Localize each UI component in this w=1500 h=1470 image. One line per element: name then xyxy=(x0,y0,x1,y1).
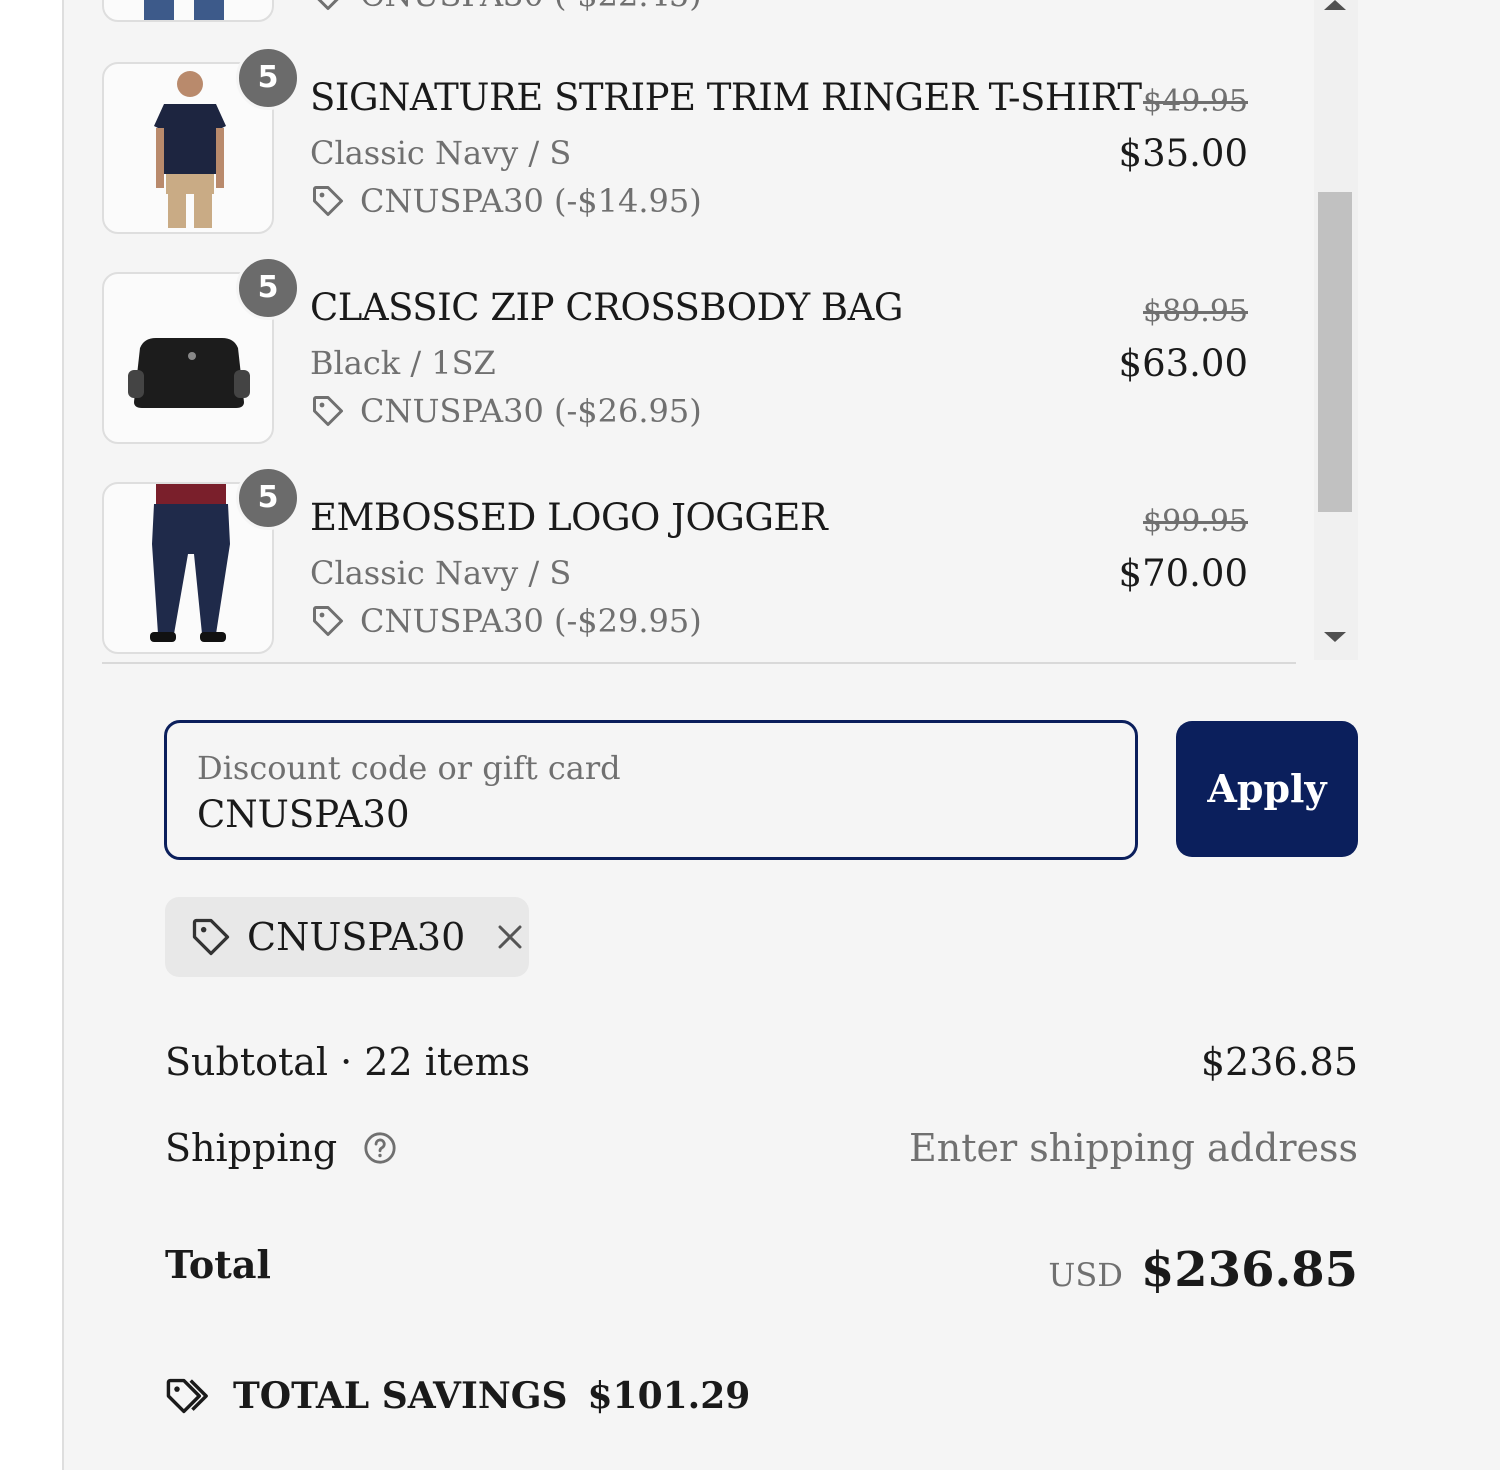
original-price: $99.95 xyxy=(1143,504,1248,539)
items-scrollbar[interactable] xyxy=(1314,0,1358,660)
total-value: $236.85 xyxy=(1140,1242,1358,1298)
product-image-tshirt: 5 xyxy=(102,46,300,234)
item-discount-row: CNUSPA30 (-$26.95) xyxy=(310,392,702,430)
product-image-bag: 5 xyxy=(102,256,300,444)
item-discount: CNUSPA30 (-$29.95) xyxy=(360,602,702,640)
scrollbar-thumb[interactable] xyxy=(1318,192,1352,512)
total-savings: TOTAL SAVINGS $101.29 xyxy=(165,1374,750,1418)
line-item: 5 EMBOSSED LOGO JOGGER Classic Navy / S … xyxy=(102,466,1296,654)
original-price: $49.95 xyxy=(1143,84,1248,119)
item-discount-row: CNUSPA30 (-$29.95) xyxy=(310,602,702,640)
applied-discount-code: CNUSPA30 xyxy=(247,915,466,959)
shipping-value: Enter shipping address xyxy=(909,1126,1358,1170)
discount-code-field[interactable]: Discount code or gift card CNUSPA30 xyxy=(164,720,1138,860)
product-image xyxy=(102,0,274,22)
applied-discount-chip: CNUSPA30 xyxy=(165,897,529,977)
total-savings-label: TOTAL SAVINGS xyxy=(233,1375,568,1417)
item-variant: Classic Navy / S xyxy=(310,134,572,172)
tags-icon xyxy=(166,1378,208,1414)
item-discount-row: CNUSPA30 (-$14.95) xyxy=(310,182,702,220)
line-item: CNUSPA30 (-$22.45) xyxy=(102,0,1296,22)
help-circle-icon[interactable] xyxy=(363,1131,397,1165)
currency-code: USD xyxy=(1048,1256,1123,1294)
total-label: Total xyxy=(165,1242,271,1287)
item-name: EMBOSSED LOGO JOGGER xyxy=(310,496,828,539)
item-variant: Classic Navy / S xyxy=(310,554,572,592)
shipping-label: Shipping xyxy=(165,1126,338,1170)
discounted-price: $63.00 xyxy=(1118,342,1248,385)
quantity-badge: 5 xyxy=(236,466,300,530)
discounted-price: $70.00 xyxy=(1118,552,1248,595)
apply-button[interactable]: Apply xyxy=(1176,721,1358,857)
line-items-list: CNUSPA30 (-$22.45) 5 SIGNATURE STRIPE TR… xyxy=(102,0,1296,664)
discounted-price: $35.00 xyxy=(1118,132,1248,175)
tag-icon xyxy=(313,396,343,426)
item-discount: CNUSPA30 (-$26.95) xyxy=(360,392,702,430)
discount-field-label: Discount code or gift card xyxy=(197,749,621,787)
item-name: CLASSIC ZIP CROSSBODY BAG xyxy=(310,286,903,329)
line-item: 5 SIGNATURE STRIPE TRIM RINGER T-SHIRT C… xyxy=(102,46,1296,234)
item-name: SIGNATURE STRIPE TRIM RINGER T-SHIRT xyxy=(310,76,1142,119)
total-savings-amount: $101.29 xyxy=(587,1375,751,1417)
tag-icon xyxy=(317,0,339,10)
tag-icon xyxy=(192,918,230,956)
item-variant: Black / 1SZ xyxy=(310,344,496,382)
scroll-up-arrow-icon[interactable] xyxy=(1324,0,1346,10)
line-item: 5 CLASSIC ZIP CROSSBODY BAG Black / 1SZ … xyxy=(102,256,1296,444)
tag-icon xyxy=(313,186,343,216)
item-discount: CNUSPA30 (-$14.95) xyxy=(360,182,702,220)
original-price: $89.95 xyxy=(1143,294,1248,329)
subtotal-label: Subtotal · 22 items xyxy=(165,1040,531,1084)
quantity-badge: 5 xyxy=(236,46,300,110)
scroll-down-arrow-icon[interactable] xyxy=(1324,632,1346,642)
quantity-badge: 5 xyxy=(236,256,300,320)
discount-field-value[interactable]: CNUSPA30 xyxy=(197,793,410,836)
remove-discount-close-icon[interactable] xyxy=(495,922,525,952)
item-discount: CNUSPA30 (-$22.45) xyxy=(360,0,702,14)
product-image-jogger: 5 xyxy=(102,466,300,654)
tag-icon xyxy=(313,606,343,636)
subtotal-value: $236.85 xyxy=(1200,1040,1358,1084)
